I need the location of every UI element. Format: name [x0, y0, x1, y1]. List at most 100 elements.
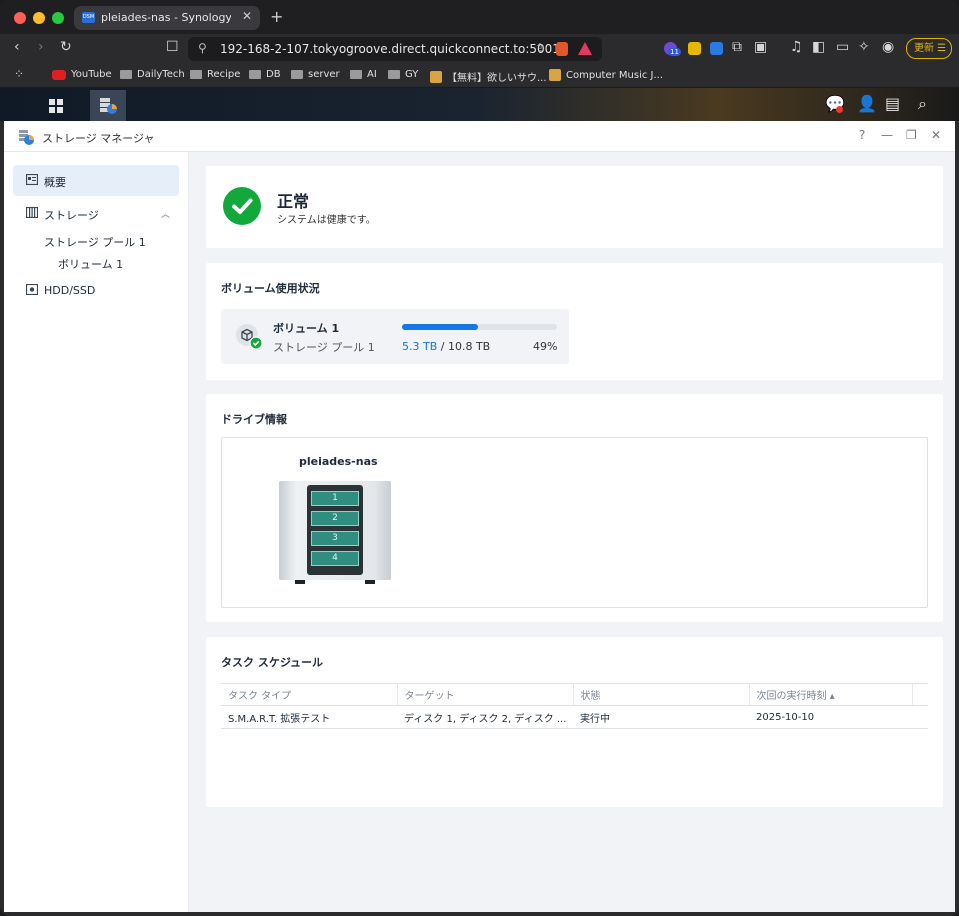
zoom-window-button[interactable]: [52, 12, 64, 24]
bookmark-icon[interactable]: ☐: [166, 39, 179, 55]
task-type-cell: S.M.A.R.T. 拡張テスト: [221, 705, 397, 729]
bookmark-db[interactable]: DB: [249, 69, 281, 80]
section-title: ボリューム使用状況: [221, 282, 320, 295]
bookmark-label: DB: [266, 69, 281, 80]
minimize-window-button[interactable]: [33, 12, 45, 24]
bookmark-server[interactable]: server: [291, 69, 340, 80]
nas-front-panel: 1 2 3 4: [307, 485, 363, 575]
forward-icon[interactable]: ›: [38, 39, 44, 55]
update-label: 更新: [914, 43, 934, 54]
volume-item[interactable]: ボリューム 1 ストレージ プール 1 5.3 TB / 10.8 TB 49%: [221, 309, 569, 364]
volume-icon: [236, 324, 263, 350]
volume-pool: ストレージ プール 1: [273, 341, 375, 354]
sidebar-item-volume[interactable]: ボリューム 1: [58, 256, 123, 272]
bookmark-computer-music[interactable]: Computer Music J...: [549, 69, 663, 81]
update-button[interactable]: 更新 ☰: [906, 38, 952, 59]
status-description: システムは健康です。: [277, 215, 376, 226]
bookmark-label: Computer Music J...: [566, 69, 664, 81]
back-icon[interactable]: ‹: [14, 39, 20, 55]
folder-icon: [388, 70, 400, 79]
column-header-sorted[interactable]: 次回の実行時刻 ▴: [749, 683, 913, 706]
folder-icon: [350, 70, 362, 79]
reader-icon[interactable]: ▣: [754, 39, 767, 55]
reload-icon[interactable]: ↻: [60, 39, 72, 55]
main-content: 正常 システムは健康です。 ボリューム使用状況 ボリューム 1 ストレージ プー…: [189, 152, 955, 912]
address-bar[interactable]: ⚲ 192-168-2-107.tokyogroove.direct.quick…: [188, 37, 602, 61]
total-size: 10.8 TB: [447, 340, 491, 353]
bookmark-gy[interactable]: GY: [388, 69, 418, 80]
drive-bay-2[interactable]: 2: [311, 511, 359, 526]
bookmark-ai[interactable]: AI: [350, 69, 377, 80]
nas-device[interactable]: 1 2 3 4: [279, 481, 391, 580]
user-icon[interactable]: 👤: [857, 94, 877, 113]
apps-grid-icon[interactable]: ⁘: [14, 67, 24, 81]
url-text: 192-168-2-107.tokyogroove.direct.quickco…: [220, 42, 560, 56]
tab-close-icon[interactable]: ✕: [242, 9, 252, 23]
restore-icon[interactable]: ❐: [906, 128, 917, 142]
wallet-icon[interactable]: ▭: [836, 39, 849, 55]
widgets-icon[interactable]: ▤: [885, 94, 900, 113]
sidebar-icon[interactable]: ◧: [812, 39, 825, 55]
task-target-cell: ディスク 1, ディスク 2, ディスク ...: [397, 705, 573, 729]
close-window-button[interactable]: [14, 12, 26, 24]
usage-text: 5.3 TB / 10.8 TB: [402, 340, 490, 353]
usage-separator: /: [437, 340, 448, 353]
status-title: 正常: [277, 192, 310, 211]
sidebar-item-storage-pool[interactable]: ストレージ プール 1: [44, 234, 146, 250]
storage-manager-taskbar-button[interactable]: [90, 90, 126, 121]
app-title-bar: ストレージ マネージャ ? — ❐ ✕: [4, 121, 955, 152]
extension-badge: 11: [668, 48, 681, 56]
new-tab-button[interactable]: +: [270, 7, 283, 26]
share-icon[interactable]: ⇪: [535, 41, 545, 55]
bookmark-dailytech[interactable]: DailyTech: [120, 69, 185, 80]
tab-strip: DSM pleiades-nas - Synology DiskS ✕ +: [0, 0, 959, 34]
chevron-up-icon[interactable]: ︿: [161, 207, 170, 220]
download-icon[interactable]: [710, 42, 723, 55]
tab-title: pleiades-nas - Synology DiskS: [101, 11, 231, 24]
usage-bar-fill: [402, 324, 478, 330]
minimize-icon[interactable]: —: [881, 128, 893, 142]
music-icon[interactable]: ♫: [790, 39, 803, 55]
drive-bay-1[interactable]: 1: [311, 491, 359, 506]
bookmark-youtube[interactable]: YouTube: [52, 69, 112, 80]
status-card: 正常 システムは健康です。: [206, 166, 943, 248]
table-row[interactable]: S.M.A.R.T. 拡張テスト ディスク 1, ディスク 2, ディスク ..…: [221, 705, 928, 729]
vpn-icon[interactable]: ◉: [882, 39, 894, 55]
nas-name: pleiades-nas: [299, 455, 378, 468]
column-header[interactable]: タスク タイプ: [221, 683, 398, 706]
task-schedule-card: タスク スケジュール タスク タイプ ターゲット 状態 次回の実行時刻 ▴ S.…: [206, 637, 943, 807]
help-button[interactable]: ?: [859, 128, 865, 142]
usage-percent: 49%: [533, 340, 558, 353]
column-header[interactable]: 状態: [573, 683, 750, 706]
drive-bay-3[interactable]: 3: [311, 531, 359, 546]
main-menu-button[interactable]: [38, 90, 74, 121]
used-size: 5.3 TB: [402, 340, 438, 353]
column-header[interactable]: ターゲット: [397, 683, 574, 706]
sidebar-item-overview[interactable]: 概要: [13, 165, 179, 196]
overview-icon: [26, 174, 38, 185]
search-icon[interactable]: ⌕: [918, 94, 927, 114]
browser-tab[interactable]: DSM pleiades-nas - Synology DiskS ✕: [74, 6, 260, 30]
bookmark-label: GY: [405, 69, 419, 80]
bookmark-free-sound[interactable]: 【無料】欲しいサウ...: [430, 69, 547, 84]
task-spacer-cell: [912, 705, 928, 729]
browser-toolbar: ‹ › ↻ ☐ ⚲ 192-168-2-107.tokyogroove.dire…: [0, 34, 959, 64]
close-icon[interactable]: ✕: [931, 128, 941, 142]
bookmark-recipe[interactable]: Recipe: [190, 69, 240, 80]
brave-shield-icon[interactable]: [556, 42, 568, 56]
sidebar: 概要 ストレージ ︿ ストレージ プール 1 ボリューム 1 HDD/SSD: [4, 152, 189, 912]
sidebar-item-hdd[interactable]: HDD/SSD: [13, 275, 179, 306]
sidebar-item-storage[interactable]: ストレージ ︿: [13, 198, 179, 229]
drive-diagram: pleiades-nas 1 2 3 4: [221, 437, 928, 608]
brave-rewards-icon[interactable]: [578, 42, 592, 55]
drive-bay-4[interactable]: 4: [311, 551, 359, 566]
sidebar-item-label: HDD/SSD: [44, 284, 96, 297]
site-settings-icon[interactable]: ⚲: [198, 41, 207, 55]
extension-icon-2[interactable]: [688, 42, 701, 55]
storage-manager-icon: [19, 130, 34, 145]
leo-ai-icon[interactable]: ✧: [858, 39, 870, 55]
bookmarks-bar: ⁘ YouTube DailyTech Recipe DB server AI …: [0, 64, 959, 88]
bookmark-label: DailyTech: [137, 69, 185, 80]
puzzle-icon[interactable]: ⧉: [732, 39, 742, 55]
dsm-favicon-icon: DSM: [82, 12, 95, 23]
